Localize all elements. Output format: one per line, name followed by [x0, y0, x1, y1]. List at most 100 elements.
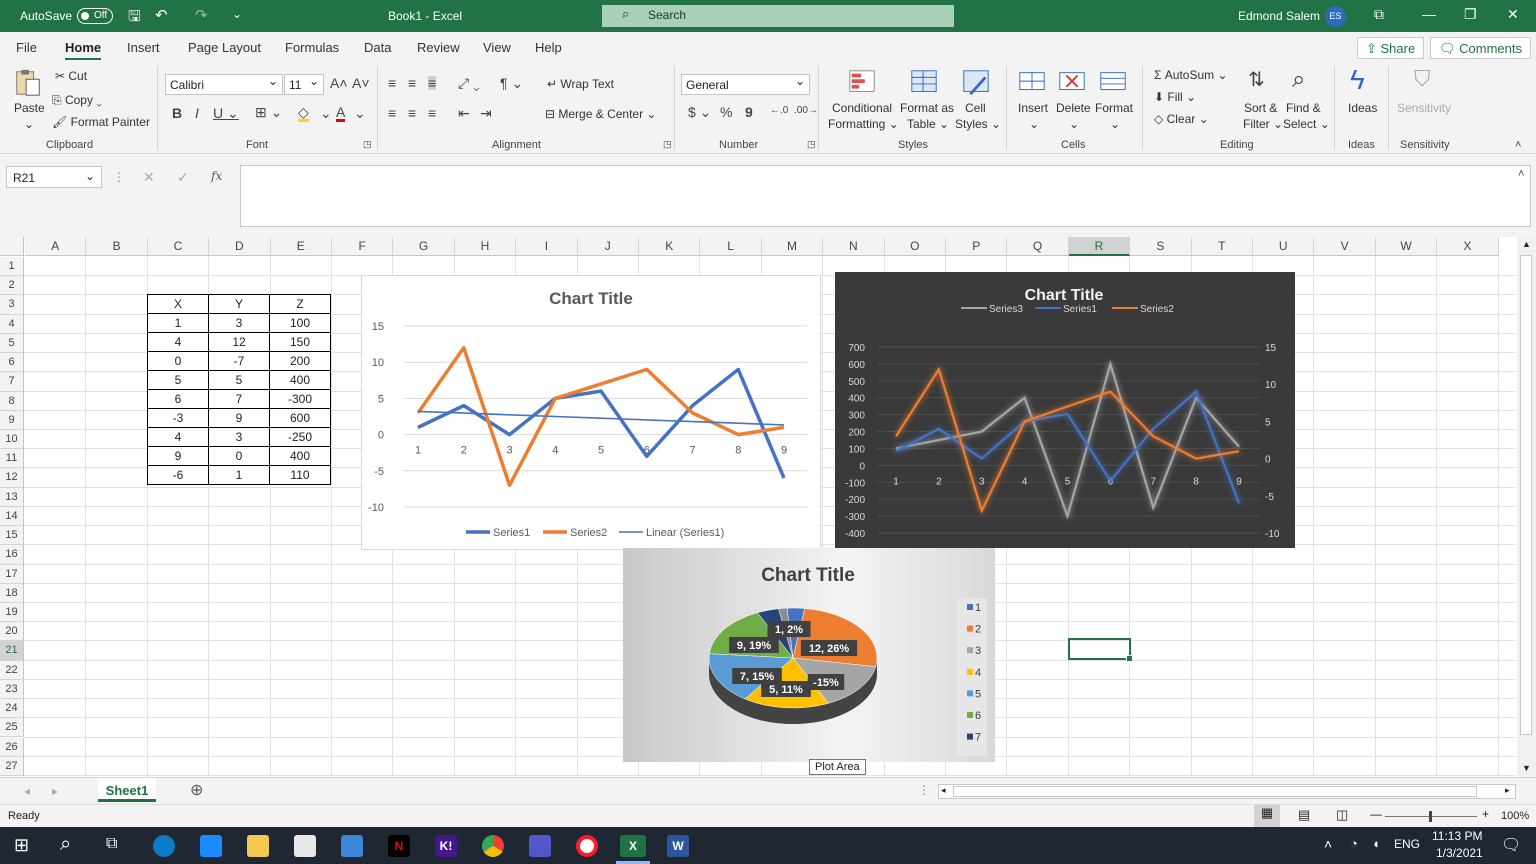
decrease-font-icon[interactable]: A˅ [352, 76, 370, 90]
zoom-slider[interactable] [1385, 811, 1477, 822]
data-table[interactable]: X Y Z 1 3 100 4 12 150 0 -7 200 5 5 400 6 7 -300 -3 9 600… [147, 294, 331, 485]
select-label[interactable]: Select ⌄ [1283, 117, 1330, 131]
table-header-cell[interactable]: X [147, 294, 209, 314]
row-header-8[interactable]: 8 [0, 391, 24, 411]
zoom-level[interactable]: 100% [1501, 810, 1529, 822]
formula-input[interactable] [240, 165, 1531, 227]
increase-decimal-icon[interactable]: ←.0 [770, 106, 788, 116]
column-header-m[interactable]: M [761, 237, 824, 256]
row-header-11[interactable]: 11 [0, 449, 24, 469]
table-label[interactable]: Table ⌄ [907, 117, 949, 131]
decrease-indent-icon[interactable]: ⇤ [458, 106, 470, 120]
format-cells-icon[interactable] [1097, 68, 1129, 98]
table-cell[interactable]: 5 [147, 370, 209, 390]
table-cell[interactable]: -250 [269, 427, 331, 447]
row-header-4[interactable]: 4 [0, 314, 24, 334]
ideas-label[interactable]: Ideas [1348, 101, 1377, 115]
row-header-6[interactable]: 6 [0, 353, 24, 373]
increase-indent-icon[interactable]: ⇥ [480, 106, 492, 120]
line-chart-1[interactable]: Chart Title 15 10 5 0 -5 -10 1 2 3 4 5 6 7 8 9 Series1 S… [361, 275, 821, 550]
zoom-slider-thumb[interactable] [1429, 811, 1432, 822]
legend-entry[interactable]: Series3 [989, 304, 1023, 315]
customize-qat-icon[interactable]: ⌄ [232, 7, 242, 21]
redo-icon[interactable]: ↷ [195, 6, 208, 24]
autosum-button[interactable]: Σ AutoSum ⌄ [1154, 68, 1228, 82]
legend-entry[interactable]: 2 [975, 624, 981, 636]
zoom-out-icon[interactable]: — [1370, 807, 1382, 821]
alignment-dialog-launcher-icon[interactable]: ◳ [663, 140, 672, 149]
cell-styles-label[interactable]: Styles ⌄ [955, 117, 1001, 131]
table-cell[interactable]: -300 [269, 389, 331, 409]
table-cell[interactable]: 9 [147, 446, 209, 466]
column-header-q[interactable]: Q [1007, 237, 1069, 256]
legend-entry[interactable]: 4 [975, 667, 981, 679]
chart-2-title[interactable]: Chart Title [1025, 287, 1104, 304]
file-explorer-icon[interactable] [247, 835, 269, 857]
table-cell[interactable]: 7 [208, 389, 270, 409]
format-as-label[interactable]: Format as [900, 101, 954, 115]
add-sheet-icon[interactable]: ⊕ [190, 780, 203, 800]
insert-function-icon[interactable]: fx [211, 169, 222, 183]
format-label[interactable]: Format [1095, 101, 1133, 115]
table-cell[interactable]: -6 [147, 465, 209, 485]
user-name[interactable]: Edmond Salem [1238, 9, 1320, 23]
page-break-view-icon[interactable]: ◫ [1336, 807, 1348, 823]
hscroll-split-icon[interactable]: ⋮ [918, 783, 930, 797]
table-cell[interactable]: 0 [147, 351, 209, 371]
row-header-5[interactable]: 5 [0, 333, 24, 354]
tab-page-layout[interactable]: Page Layout [188, 40, 261, 55]
format-painter-button[interactable]: 🖌 Format Painter [52, 115, 150, 129]
page-layout-view-icon[interactable]: ▤ [1298, 807, 1310, 823]
row-header-18[interactable]: 18 [0, 583, 24, 603]
chart-3-title[interactable]: Chart Title [761, 565, 855, 586]
clear-button[interactable]: ◇ Clear ⌄ [1154, 112, 1209, 126]
text-direction-icon[interactable]: ¶ ⌄ [500, 76, 523, 90]
scroll-down-icon[interactable]: ▼ [1522, 763, 1531, 773]
series-line-series2[interactable] [416, 345, 785, 488]
cancel-icon[interactable]: ✕ [143, 169, 155, 186]
word-taskbar-icon[interactable]: W [667, 835, 689, 857]
column-header-t[interactable]: T [1191, 237, 1253, 256]
vertical-scroll-thumb[interactable] [1520, 255, 1532, 735]
legend-entry[interactable]: Series1 [1063, 304, 1097, 315]
table-cell[interactable]: 400 [269, 370, 331, 390]
column-header-v[interactable]: V [1314, 237, 1376, 256]
legend-entry[interactable]: Series2 [1140, 304, 1174, 315]
edge-icon[interactable] [153, 835, 175, 857]
wifi-icon[interactable]: ◔ [1350, 836, 1358, 851]
undo-icon[interactable]: ↶ [155, 6, 168, 24]
bold-icon[interactable]: B [172, 106, 182, 120]
line-chart-2[interactable]: Chart Title 700 600 500 400 300 200 100 0 -100 -2… [835, 272, 1295, 548]
column-header-k[interactable]: K [639, 237, 701, 256]
table-cell[interactable]: 1 [208, 465, 270, 485]
formatting-label[interactable]: Formatting ⌄ [828, 117, 899, 131]
row-header-23[interactable]: 23 [0, 679, 24, 700]
row-header-14[interactable]: 14 [0, 506, 24, 527]
table-cell[interactable]: 400 [269, 446, 331, 466]
column-header-i[interactable]: I [516, 237, 578, 256]
table-cell[interactable]: 0 [208, 446, 270, 466]
italic-icon[interactable]: I [195, 106, 199, 120]
name-box-dropdown-icon[interactable]: ⌄ [85, 169, 95, 183]
wrap-text-button[interactable]: ↵ Wrap Text [547, 77, 614, 91]
cell-styles-icon[interactable] [960, 68, 992, 98]
format-dropdown-icon[interactable]: ⌄ [1110, 117, 1120, 131]
name-box[interactable]: R21 ⌄ [6, 166, 102, 188]
pie-chart[interactable]: Chart Title 1, 2% 12, 26% -15% 5, 11% 7, 15%… [623, 548, 995, 762]
table-cell[interactable]: -3 [147, 408, 209, 428]
close-icon[interactable]: ✕ [1507, 6, 1519, 23]
align-center-icon[interactable]: ≡ [408, 106, 416, 120]
horizontal-scroll-thumb[interactable] [953, 786, 1477, 797]
delete-label[interactable]: Delete [1056, 101, 1091, 115]
pie-data-label[interactable]: 1, 2% [767, 621, 811, 637]
row-header-20[interactable]: 20 [0, 622, 24, 642]
volume-icon[interactable]: ◖ [1372, 836, 1380, 851]
table-cell[interactable]: 4 [147, 427, 209, 447]
sensitivity-label[interactable]: Sensitivity [1397, 101, 1451, 115]
normal-view-icon[interactable]: ▦ [1254, 805, 1280, 827]
table-header-cell[interactable]: Z [269, 294, 331, 314]
borders-icon[interactable]: ⊞ ⌄ [255, 105, 282, 119]
legend-entry[interactable]: 1 [975, 602, 981, 614]
tab-view[interactable]: View [483, 40, 511, 55]
mail-icon[interactable] [341, 835, 363, 857]
